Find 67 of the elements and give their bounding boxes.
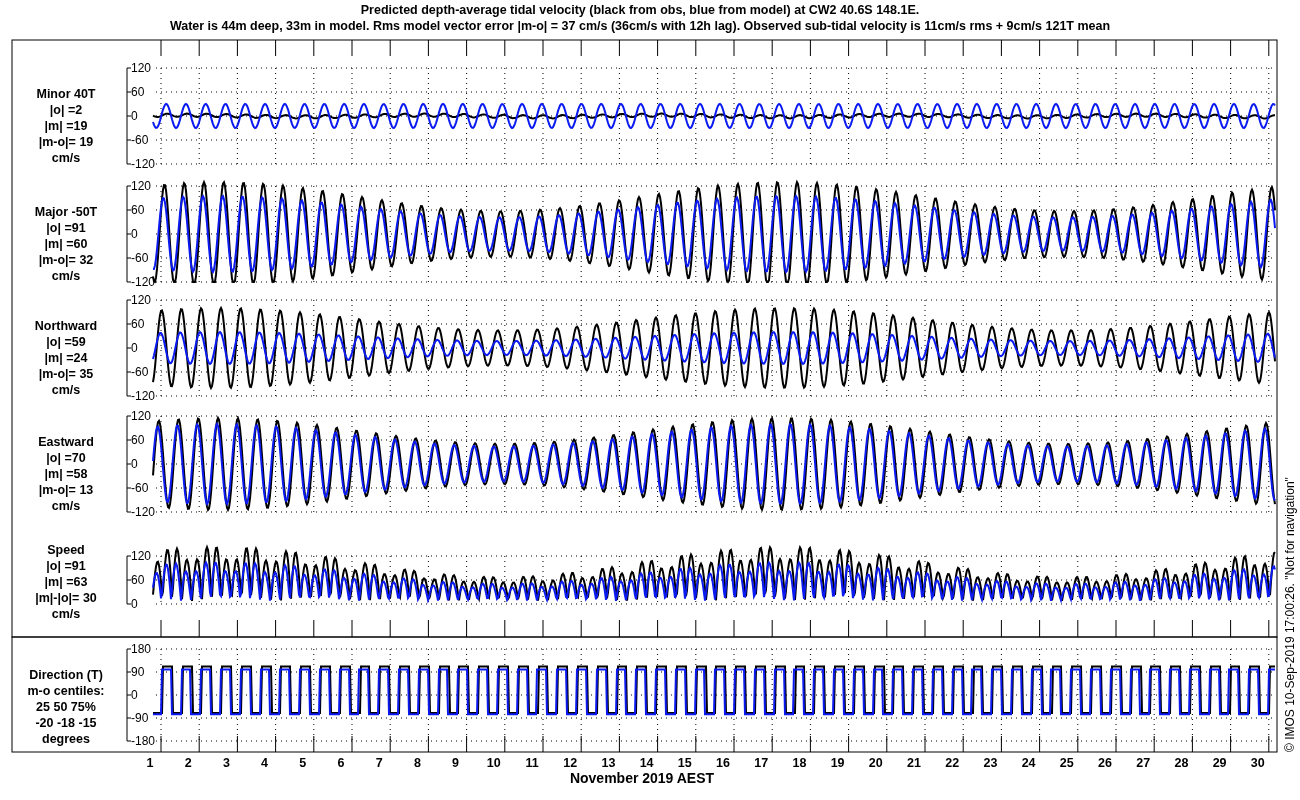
day-label: 30 bbox=[1250, 756, 1265, 770]
day-label: 29 bbox=[1212, 756, 1227, 770]
day-label: 4 bbox=[261, 756, 269, 770]
y-tick-label: -180 bbox=[131, 734, 156, 748]
day-label: 6 bbox=[337, 756, 345, 770]
x-axis-label: November 2019 AEST bbox=[569, 770, 715, 786]
day-label: 8 bbox=[413, 756, 421, 770]
day-label: 3 bbox=[222, 756, 230, 770]
y-tick-label: -120 bbox=[131, 157, 156, 171]
y-tick-label: 0 bbox=[131, 457, 138, 471]
y-tick-label: -60 bbox=[131, 133, 149, 147]
day-label: 23 bbox=[983, 756, 998, 770]
day-label: 27 bbox=[1136, 756, 1151, 770]
y-tick-label: 120 bbox=[131, 179, 152, 193]
y-tick-label: 180 bbox=[131, 642, 152, 656]
y-tick-label: -60 bbox=[131, 365, 149, 379]
y-tick-label: 60 bbox=[131, 317, 145, 331]
y-tick-label: -120 bbox=[131, 389, 156, 403]
day-label: 19 bbox=[830, 756, 845, 770]
y-tick-label: 0 bbox=[131, 688, 138, 702]
day-label: 14 bbox=[639, 756, 654, 770]
day-label: 20 bbox=[868, 756, 883, 770]
y-tick-label: 0 bbox=[131, 109, 138, 123]
day-label: 11 bbox=[525, 756, 539, 770]
panel-label: Northward |o| =59 |m| =24 |m-o|= 35 cm/s bbox=[34, 319, 98, 397]
y-tick-label: -120 bbox=[131, 505, 156, 519]
y-tick-label: 120 bbox=[131, 409, 152, 423]
day-label: 9 bbox=[452, 756, 460, 770]
panel-label: Speed |o| =91 |m| =63 |m|-|o|= 30 cm/s bbox=[35, 543, 97, 621]
y-tick-label: 0 bbox=[131, 227, 138, 241]
y-tick-label: -90 bbox=[131, 711, 149, 725]
day-label: 24 bbox=[1021, 756, 1036, 770]
day-label: 10 bbox=[486, 756, 501, 770]
day-label: 22 bbox=[945, 756, 960, 770]
day-label: 17 bbox=[754, 756, 769, 770]
day-label: 15 bbox=[677, 756, 692, 770]
figure-title: Predicted depth-average tidal velocity (black from obs, blue from model) at CW2 40.6S 148.1E. bbox=[360, 3, 920, 17]
y-tick-label: 0 bbox=[131, 597, 138, 611]
y-tick-label: 0 bbox=[131, 341, 138, 355]
y-tick-label: 60 bbox=[131, 433, 145, 447]
day-label: 1 bbox=[146, 756, 154, 770]
panel-label: Major -50T |o| =91 |m| =60 |m-o|= 32 cm/s bbox=[34, 205, 98, 283]
panel-label: Direction (T) m-o centiles: 25 50 75% -20 -18 -15 degrees bbox=[27, 668, 105, 746]
day-label: 5 bbox=[299, 756, 307, 770]
y-tick-label: 120 bbox=[131, 61, 152, 75]
y-tick-label: 60 bbox=[131, 85, 145, 99]
credit-text: © IMOS 10-Sep-2019 17:00:26. "Not for navigation" bbox=[1283, 477, 1297, 752]
y-tick-label: 60 bbox=[131, 203, 145, 217]
panel-label: Minor 40T |o| =2 |m| =19 |m-o|= 19 cm/s bbox=[36, 87, 96, 165]
day-label: 26 bbox=[1098, 756, 1112, 770]
panel-label: Eastward |o| =70 |m| =58 |m-o|= 13 cm/s bbox=[38, 435, 94, 513]
day-label: 21 bbox=[907, 756, 921, 770]
day-label: 25 bbox=[1059, 756, 1074, 770]
y-tick-label: 90 bbox=[131, 665, 145, 679]
figure-title: Water is 44m deep, 33m in model. Rms model vector error |m-o| = 37 cm/s (36cm/s with 12h lag). Observed sub-tidal velocity is 11cm/s rms + 9cm/s 121T mean bbox=[169, 19, 1111, 33]
day-label: 12 bbox=[563, 756, 578, 770]
y-tick-label: 120 bbox=[131, 293, 152, 307]
y-tick-label: -60 bbox=[131, 481, 149, 495]
day-label: 28 bbox=[1174, 756, 1189, 770]
day-label: 2 bbox=[184, 756, 192, 770]
y-tick-label: 60 bbox=[131, 573, 145, 587]
y-tick-label: 120 bbox=[131, 549, 152, 563]
day-label: 16 bbox=[716, 756, 730, 770]
day-label: 7 bbox=[375, 756, 383, 770]
day-label: 18 bbox=[792, 756, 807, 770]
y-tick-label: -60 bbox=[131, 251, 149, 265]
day-label: 13 bbox=[601, 756, 616, 770]
